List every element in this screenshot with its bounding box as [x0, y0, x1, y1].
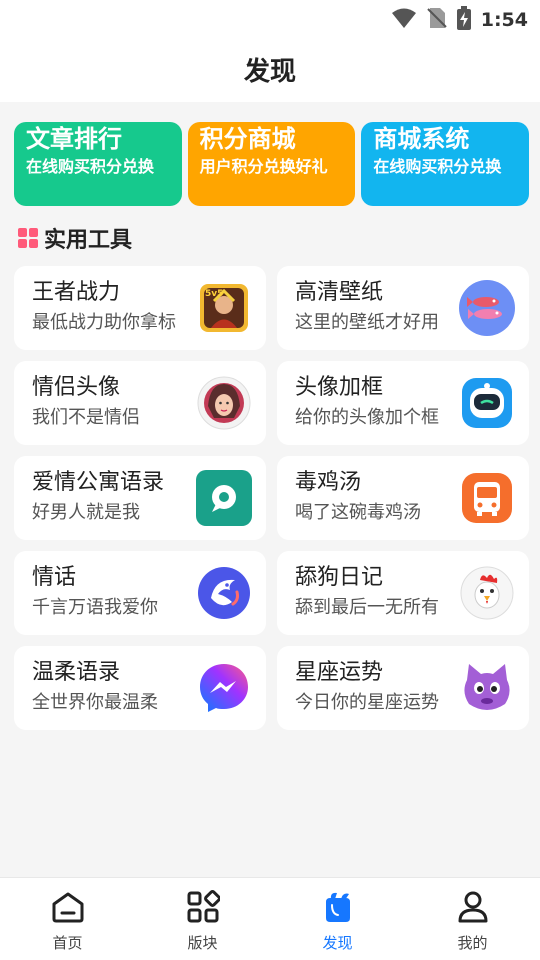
tab-label: 发现 — [322, 934, 353, 952]
banner-row: 文章排行 在线购买积分兑换 积分商城 用户积分兑换好礼 商城系统 在线购买积分兑… — [14, 122, 530, 206]
tab-blocks[interactable]: 版块 — [135, 878, 270, 960]
no-sim-icon — [427, 7, 447, 33]
home-icon — [51, 890, 85, 928]
status-bar: 1:54 — [0, 0, 540, 36]
tab-discover[interactable]: 发现 — [270, 878, 405, 960]
tools-grid: 王者战力 最低战力助你拿标 5v5 高清壁纸 这里的壁纸才好用 情侣头像 我们不… — [14, 266, 529, 730]
banner-title: 积分商城 — [199, 125, 296, 153]
grid-icon — [18, 228, 38, 248]
blocks-icon — [186, 890, 221, 928]
tab-label: 我的 — [457, 934, 488, 952]
banner-points-mall[interactable]: 积分商城 用户积分兑换好礼 — [187, 122, 356, 206]
bottom-tab-bar: 首页 版块 发现 我的 — [0, 877, 540, 960]
tool-card-couple-avatar[interactable]: 情侣头像 我们不是情侣 — [14, 361, 266, 445]
dolphin-icon — [196, 565, 252, 621]
section-header: 实用工具 — [18, 222, 132, 254]
chat-bubble-icon — [196, 470, 252, 526]
tab-label: 版块 — [187, 934, 218, 952]
tool-card-ipartment-quotes[interactable]: 爱情公寓语录 好男人就是我 — [14, 456, 266, 540]
page-title: 发现 — [243, 56, 296, 87]
tool-card-avatar-frame[interactable]: 头像加框 给你的头像加个框 — [277, 361, 529, 445]
banner-subtitle: 用户积分兑换好礼 — [199, 157, 328, 176]
cat-monster-icon — [459, 660, 515, 716]
tab-home[interactable]: 首页 — [0, 878, 135, 960]
status-time: 1:54 — [480, 9, 528, 31]
svg-text:5v5: 5v5 — [205, 289, 223, 299]
banner-title: 商城系统 — [373, 125, 470, 153]
profile-icon — [456, 890, 490, 928]
rooster-icon — [459, 565, 515, 621]
banner-article-ranking[interactable]: 文章排行 在线购买积分兑换 — [14, 122, 182, 206]
banner-subtitle: 在线购买积分兑换 — [26, 157, 155, 176]
status-icons: 1:54 — [391, 6, 528, 34]
tab-profile[interactable]: 我的 — [405, 878, 540, 960]
tab-label: 首页 — [52, 934, 83, 952]
wifi-icon — [391, 7, 417, 33]
section-title: 实用工具 — [44, 228, 133, 253]
tool-card-simp-diary[interactable]: 舔狗日记 舔到最后一无所有 — [277, 551, 529, 635]
wallpaper-icon — [459, 280, 515, 336]
banner-title: 文章排行 — [26, 125, 122, 153]
tool-card-gentle-quotes[interactable]: 温柔语录 全世界你最温柔 — [14, 646, 266, 730]
bus-icon — [459, 470, 515, 526]
banner-subtitle: 在线购买积分兑换 — [373, 157, 502, 176]
messenger-icon — [196, 660, 252, 716]
tool-card-hero-power[interactable]: 王者战力 最低战力助你拿标 5v5 — [14, 266, 266, 350]
tool-card-poison-soup[interactable]: 毒鸡汤 喝了这碗毒鸡汤 — [277, 456, 529, 540]
banner-mall-system[interactable]: 商城系统 在线购买积分兑换 — [361, 122, 530, 206]
battery-charging-icon — [456, 6, 471, 34]
robot-icon — [459, 375, 515, 431]
discover-icon — [321, 890, 355, 928]
title-bar: 发现 — [0, 36, 540, 102]
avatar-girl-icon — [196, 375, 252, 431]
tool-card-love-words[interactable]: 情话 千言万语我爱你 — [14, 551, 266, 635]
tool-card-hd-wallpaper[interactable]: 高清壁纸 这里的壁纸才好用 — [277, 266, 529, 350]
tool-card-horoscope[interactable]: 星座运势 今日你的星座运势 — [277, 646, 529, 730]
game-hero-icon: 5v5 — [196, 280, 252, 336]
